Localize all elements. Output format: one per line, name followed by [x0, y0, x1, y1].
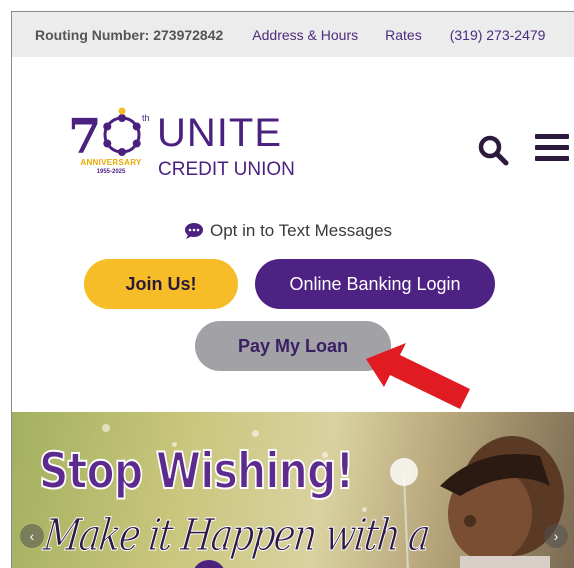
site-logo[interactable]: 7 th ANNIVERSARY 1955-2025 UNITE CREDIT …: [68, 107, 298, 187]
red-pointer-arrow-icon: [366, 343, 470, 409]
chevron-right-icon: ›: [553, 528, 559, 544]
brand-name: UNITE: [157, 111, 282, 155]
menu-bar: [535, 156, 569, 161]
menu-bar: [535, 145, 569, 150]
opt-in-label: Opt in to Text Messages: [210, 221, 393, 240]
svg-text:7: 7: [68, 109, 101, 165]
brand-subname: CREDIT UNION: [158, 159, 295, 180]
search-icon: [478, 135, 509, 166]
bokeh-dot: [252, 430, 259, 437]
carousel-indicator[interactable]: [192, 560, 226, 568]
rates-link[interactable]: Rates: [385, 27, 422, 43]
search-button[interactable]: [475, 132, 511, 168]
chevron-left-icon: ‹: [29, 528, 35, 544]
join-us-button[interactable]: Join Us!: [84, 259, 238, 309]
svg-text:th: th: [142, 113, 150, 123]
banner-headline: Stop Wishing!: [38, 441, 355, 501]
address-hours-link[interactable]: Address & Hours: [252, 27, 358, 43]
chat-bubble-icon: [185, 223, 203, 239]
anniversary-years: 1955-2025: [96, 169, 126, 175]
hero-banner: Stop Wishing! Make it Happen with a ‹ ›: [12, 412, 574, 568]
opt-in-text-link[interactable]: Opt in to Text Messages: [184, 221, 392, 241]
online-banking-login-button[interactable]: Online Banking Login: [255, 259, 495, 309]
anniversary-label: ANNIVERSARY: [80, 158, 142, 167]
menu-bar: [535, 134, 569, 139]
utility-bar: Routing Number: 273972842 Address & Hour…: [12, 12, 574, 57]
hamburger-menu-icon[interactable]: [535, 131, 569, 165]
routing-number: Routing Number: 273972842: [35, 26, 224, 43]
banner-subline: Make it Happen with a: [41, 510, 432, 562]
carousel-next-button[interactable]: ›: [544, 524, 568, 548]
browser-viewport: Routing Number: 273972842 Address & Hour…: [11, 11, 574, 568]
carousel-prev-button[interactable]: ‹: [20, 524, 44, 548]
bokeh-dot: [102, 424, 110, 432]
phone-link[interactable]: (319) 273-2479: [450, 27, 546, 43]
